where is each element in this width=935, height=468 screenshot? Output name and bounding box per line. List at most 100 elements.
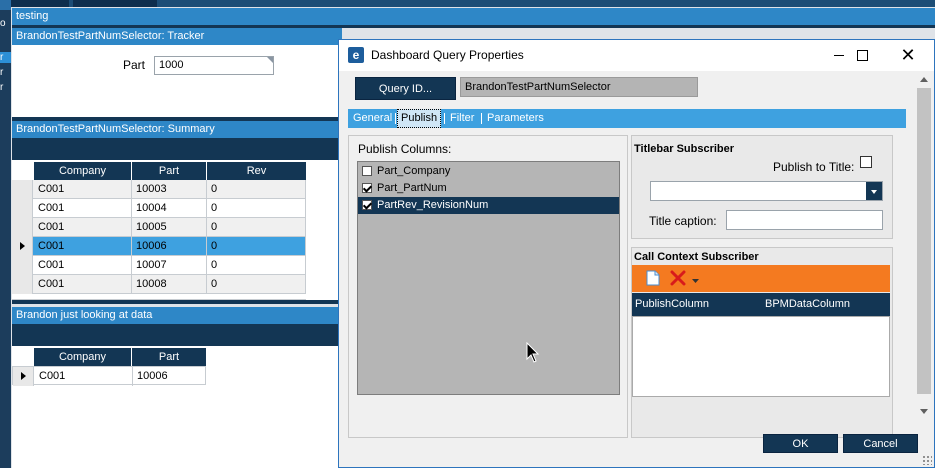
dropdown-value: [651, 185, 655, 197]
query-id-field: BrandonTestPartNumSelector: [460, 77, 698, 97]
tab-filter[interactable]: Filter: [447, 109, 477, 128]
left-rail-letter[interactable]: r: [0, 52, 11, 63]
row-selector[interactable]: [12, 237, 33, 256]
looking-toolbar: [12, 324, 342, 346]
dialog-scrollbar[interactable]: [916, 71, 932, 414]
close-button[interactable]: ✕: [885, 40, 931, 71]
summary-panel-header: BrandonTestPartNumSelector: Summary: [12, 121, 342, 138]
tracker-panel-header: BrandonTestPartNumSelector: Tracker: [12, 28, 342, 45]
close-icon: ✕: [900, 45, 916, 65]
table-row[interactable]: C001 10005 0: [12, 218, 306, 237]
summary-col-company[interactable]: Company: [34, 162, 132, 180]
top-tab[interactable]: [73, 0, 157, 7]
cancel-button[interactable]: Cancel: [843, 434, 918, 453]
titlebar-column-dropdown[interactable]: [650, 181, 883, 201]
summary-col-rev[interactable]: Rev: [207, 162, 306, 180]
tab-general[interactable]: General: [350, 109, 395, 128]
list-item-label: Part_PartNum: [377, 182, 447, 194]
publish-to-title-checkbox[interactable]: [860, 156, 872, 168]
call-context-grid-body[interactable]: [632, 316, 890, 397]
table-row[interactable]: C001 10003 0: [12, 180, 306, 199]
cell-part: 10004: [132, 199, 207, 218]
resize-grip-icon[interactable]: [922, 455, 932, 465]
title-caption-input[interactable]: [726, 210, 883, 230]
chevron-down-icon[interactable]: [866, 182, 882, 200]
row-selector[interactable]: [12, 275, 33, 294]
tracker-panel: Part 1000: [12, 45, 342, 117]
list-item-selected[interactable]: PartRev_RevisionNum: [358, 197, 619, 214]
grid-corner: [12, 162, 33, 180]
dialog-titlebar[interactable]: e Dashboard Query Properties ✕: [339, 40, 934, 71]
maximize-button[interactable]: [839, 40, 885, 71]
top-tab[interactable]: [11, 0, 69, 7]
publish-columns-list[interactable]: Part_Company Part_PartNum PartRev_Revisi…: [357, 161, 620, 395]
scroll-down-icon[interactable]: [920, 409, 928, 414]
dashboard-query-properties-dialog: e Dashboard Query Properties ✕ Query ID.…: [338, 39, 935, 468]
tab-separator: [395, 113, 396, 124]
row-selector[interactable]: [12, 180, 33, 199]
grid-corner: [12, 348, 33, 366]
left-rail-letter: o: [0, 18, 6, 29]
app-logo-icon: e: [348, 47, 364, 63]
cell-part: 10006: [137, 370, 168, 382]
part-input-value: 1000: [159, 59, 184, 71]
call-context-grid-header: PublishColumn BPMDataColumn: [632, 293, 890, 316]
table-row-selected[interactable]: C001 10006 0: [12, 237, 306, 256]
tab-separator: [444, 113, 445, 124]
scrollbar-thumb[interactable]: [917, 88, 931, 394]
dialog-title: Dashboard Query Properties: [371, 48, 524, 62]
looking-col-part[interactable]: Part: [132, 348, 206, 366]
top-tab-strip: [11, 0, 935, 7]
tab-publish[interactable]: Publish: [397, 109, 442, 128]
cell-part: 10006: [132, 237, 207, 256]
table-row[interactable]: C001 10004 0: [12, 199, 306, 218]
cell-part: 10005: [132, 218, 207, 237]
row-selector[interactable]: [12, 218, 33, 237]
delete-icon[interactable]: [670, 270, 686, 286]
cell-company: C001: [35, 367, 133, 386]
cell-rev: 0: [207, 218, 306, 237]
part-input[interactable]: 1000: [154, 56, 274, 75]
cell-rev: 0: [207, 199, 306, 218]
panel-divider: [12, 300, 342, 304]
new-document-icon[interactable]: [646, 270, 660, 286]
checkbox-checked[interactable]: [362, 183, 372, 193]
looking-col-company[interactable]: Company: [34, 348, 132, 366]
cell-company: C001: [34, 237, 132, 256]
summary-col-part[interactable]: Part: [132, 162, 207, 180]
query-id-button[interactable]: Query ID...: [355, 77, 456, 100]
tab-parameters[interactable]: Parameters: [484, 109, 547, 128]
checkbox[interactable]: [362, 166, 372, 176]
cell-company: C001: [34, 218, 132, 237]
col-bpm-data-column[interactable]: BPMDataColumn: [762, 293, 850, 316]
row-selector[interactable]: [12, 256, 33, 275]
table-row[interactable]: C001 10007 0: [12, 256, 306, 275]
cell-company: C001: [34, 256, 132, 275]
list-item[interactable]: Part_PartNum: [358, 180, 619, 197]
col-publish-column[interactable]: PublishColumn: [632, 293, 709, 316]
list-item-label: PartRev_RevisionNum: [377, 199, 489, 211]
mouse-cursor-icon: [526, 342, 540, 363]
cell-rev: 0: [207, 237, 306, 256]
chevron-down-icon[interactable]: [692, 279, 699, 284]
dialog-tabbar: General Publish Filter Parameters: [348, 109, 906, 128]
cell-part: 10008: [132, 275, 207, 294]
publish-columns-label: Publish Columns:: [358, 142, 452, 156]
checkbox-checked[interactable]: [362, 200, 372, 210]
left-rail-letter: r: [0, 82, 4, 93]
row-selector[interactable]: [12, 199, 33, 218]
list-item[interactable]: Part_Company: [358, 163, 619, 180]
table-row[interactable]: C001 10006: [12, 366, 206, 386]
ok-button[interactable]: OK: [763, 434, 838, 453]
cell-company: C001: [34, 199, 132, 218]
cell-part: 10007: [132, 256, 207, 275]
row-selector[interactable]: [13, 367, 34, 386]
left-rail-letter: r: [0, 67, 4, 78]
left-rail-tab[interactable]: [0, 0, 11, 10]
table-row[interactable]: C001 10008 0: [12, 275, 306, 294]
cell-rev: 0: [207, 180, 306, 199]
scroll-up-icon[interactable]: [920, 77, 928, 82]
looking-grid: Company Part C001 10006: [12, 346, 342, 468]
looking-panel-header: Brandon just looking at data: [12, 307, 342, 324]
dialog-body: Query ID... BrandonTestPartNumSelector G…: [339, 71, 934, 467]
